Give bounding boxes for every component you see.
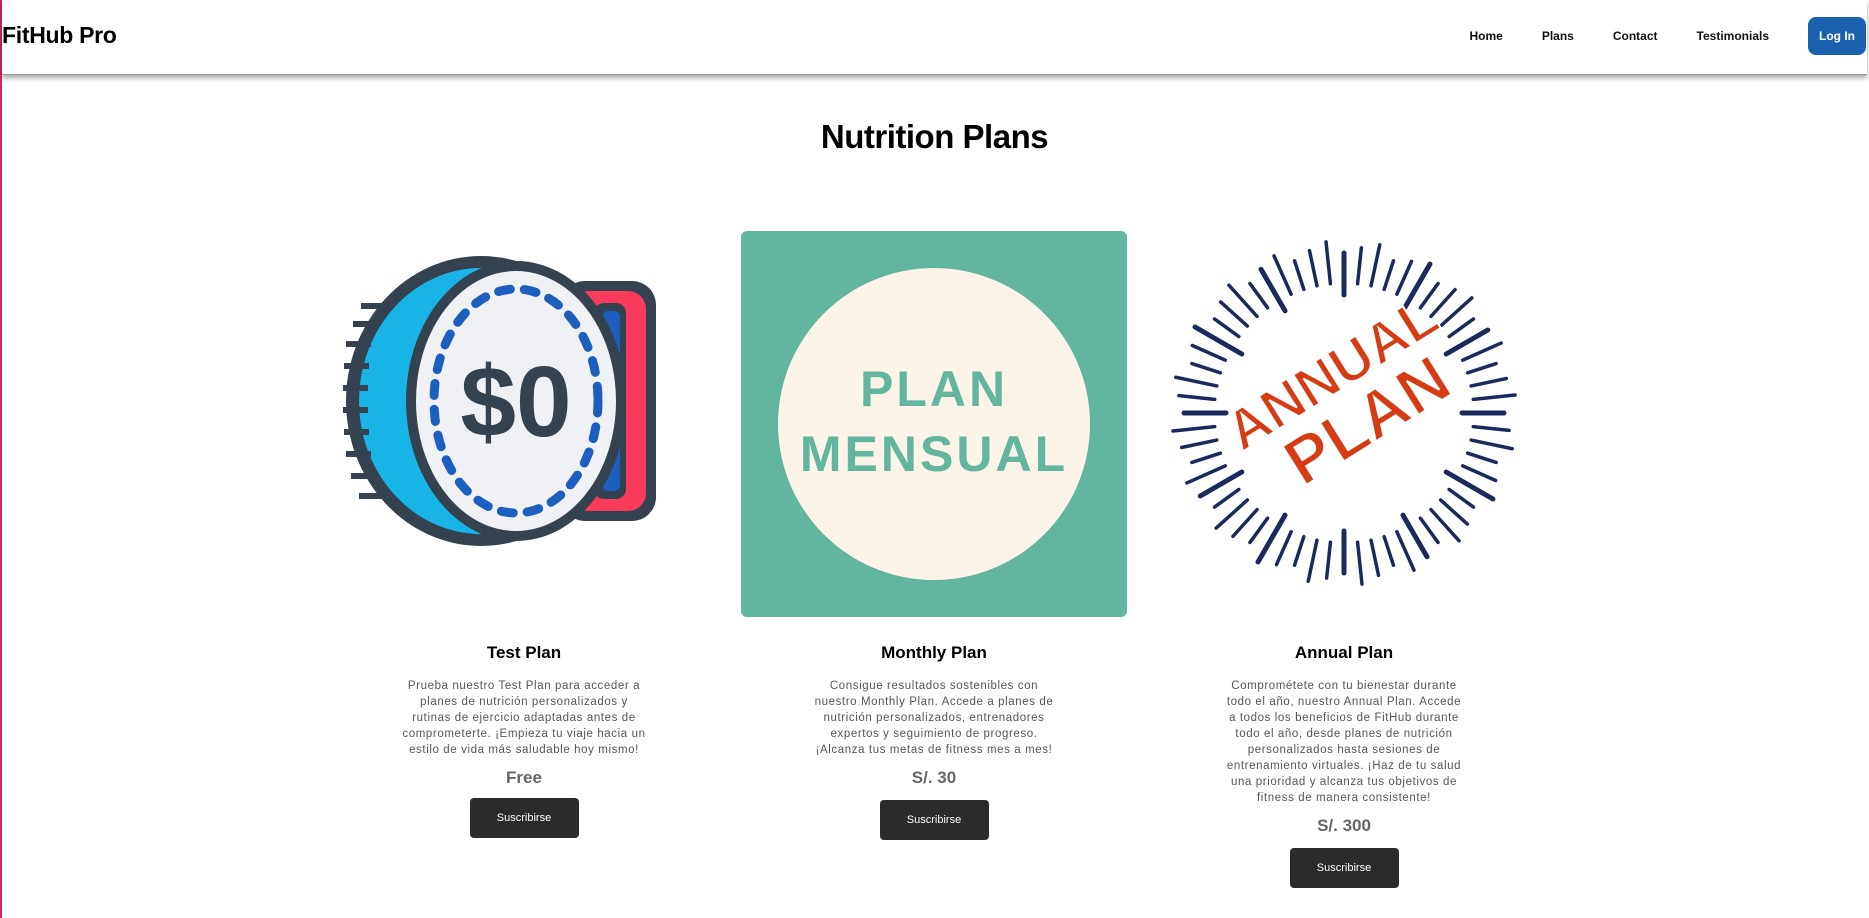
login-button[interactable]: Log In [1808,17,1866,55]
nav-testimonials[interactable]: Testimonials [1697,29,1769,43]
coin-text: $0 [460,346,571,458]
plan-name: Test Plan [486,643,562,662]
plan-name: Monthly Plan [881,643,987,662]
nav-contact[interactable]: Contact [1613,29,1658,43]
nav-plans[interactable]: Plans [1542,29,1574,43]
top-navbar: FitHub Pro Home Plans Contact Testimonia… [2,0,1867,75]
plan-price: S/. 300 [1317,816,1371,835]
page-title: Nutrition Plans [820,118,1049,155]
brand-logo[interactable]: FitHub Pro [2,22,117,49]
nav-home[interactable]: Home [1470,29,1503,43]
plan-card-annual: ANNUAL PLAN Annual Plan Comprométete con… [1151,231,1537,888]
plan-description: Comprométete con tu bienestar durante to… [1226,680,1462,804]
subscribe-button[interactable]: Suscribirse [879,800,989,840]
image-text-line-1: PLAN [860,361,1008,417]
plan-price: S/. 30 [911,768,957,787]
plan-description: Prueba nuestro Test Plan para acceder a … [402,680,646,756]
plan-card-test: $0 Test Plan Prueba nuestro Test Plan pa… [331,231,717,838]
zero-dollar-coin-image: $0 [343,256,656,546]
main-nav: Home Plans Contact Testimonials Log In [1470,17,1868,55]
plan-description: Consigue resultados sostenibles con nues… [814,680,1054,756]
plan-mensual-image: PLAN MENSUAL [741,231,1127,617]
plan-card-monthly: PLAN MENSUAL Monthly Plan Consigue resul… [741,231,1127,840]
image-text-line-2: MENSUAL [800,426,1068,482]
annual-plan-clock-image: ANNUAL PLAN [1151,231,1537,617]
plan-name: Annual Plan [1294,643,1394,662]
plan-price: Free [506,768,542,787]
subscribe-button[interactable]: Suscribirse [469,798,579,838]
subscribe-button[interactable]: Suscribirse [1289,848,1399,888]
